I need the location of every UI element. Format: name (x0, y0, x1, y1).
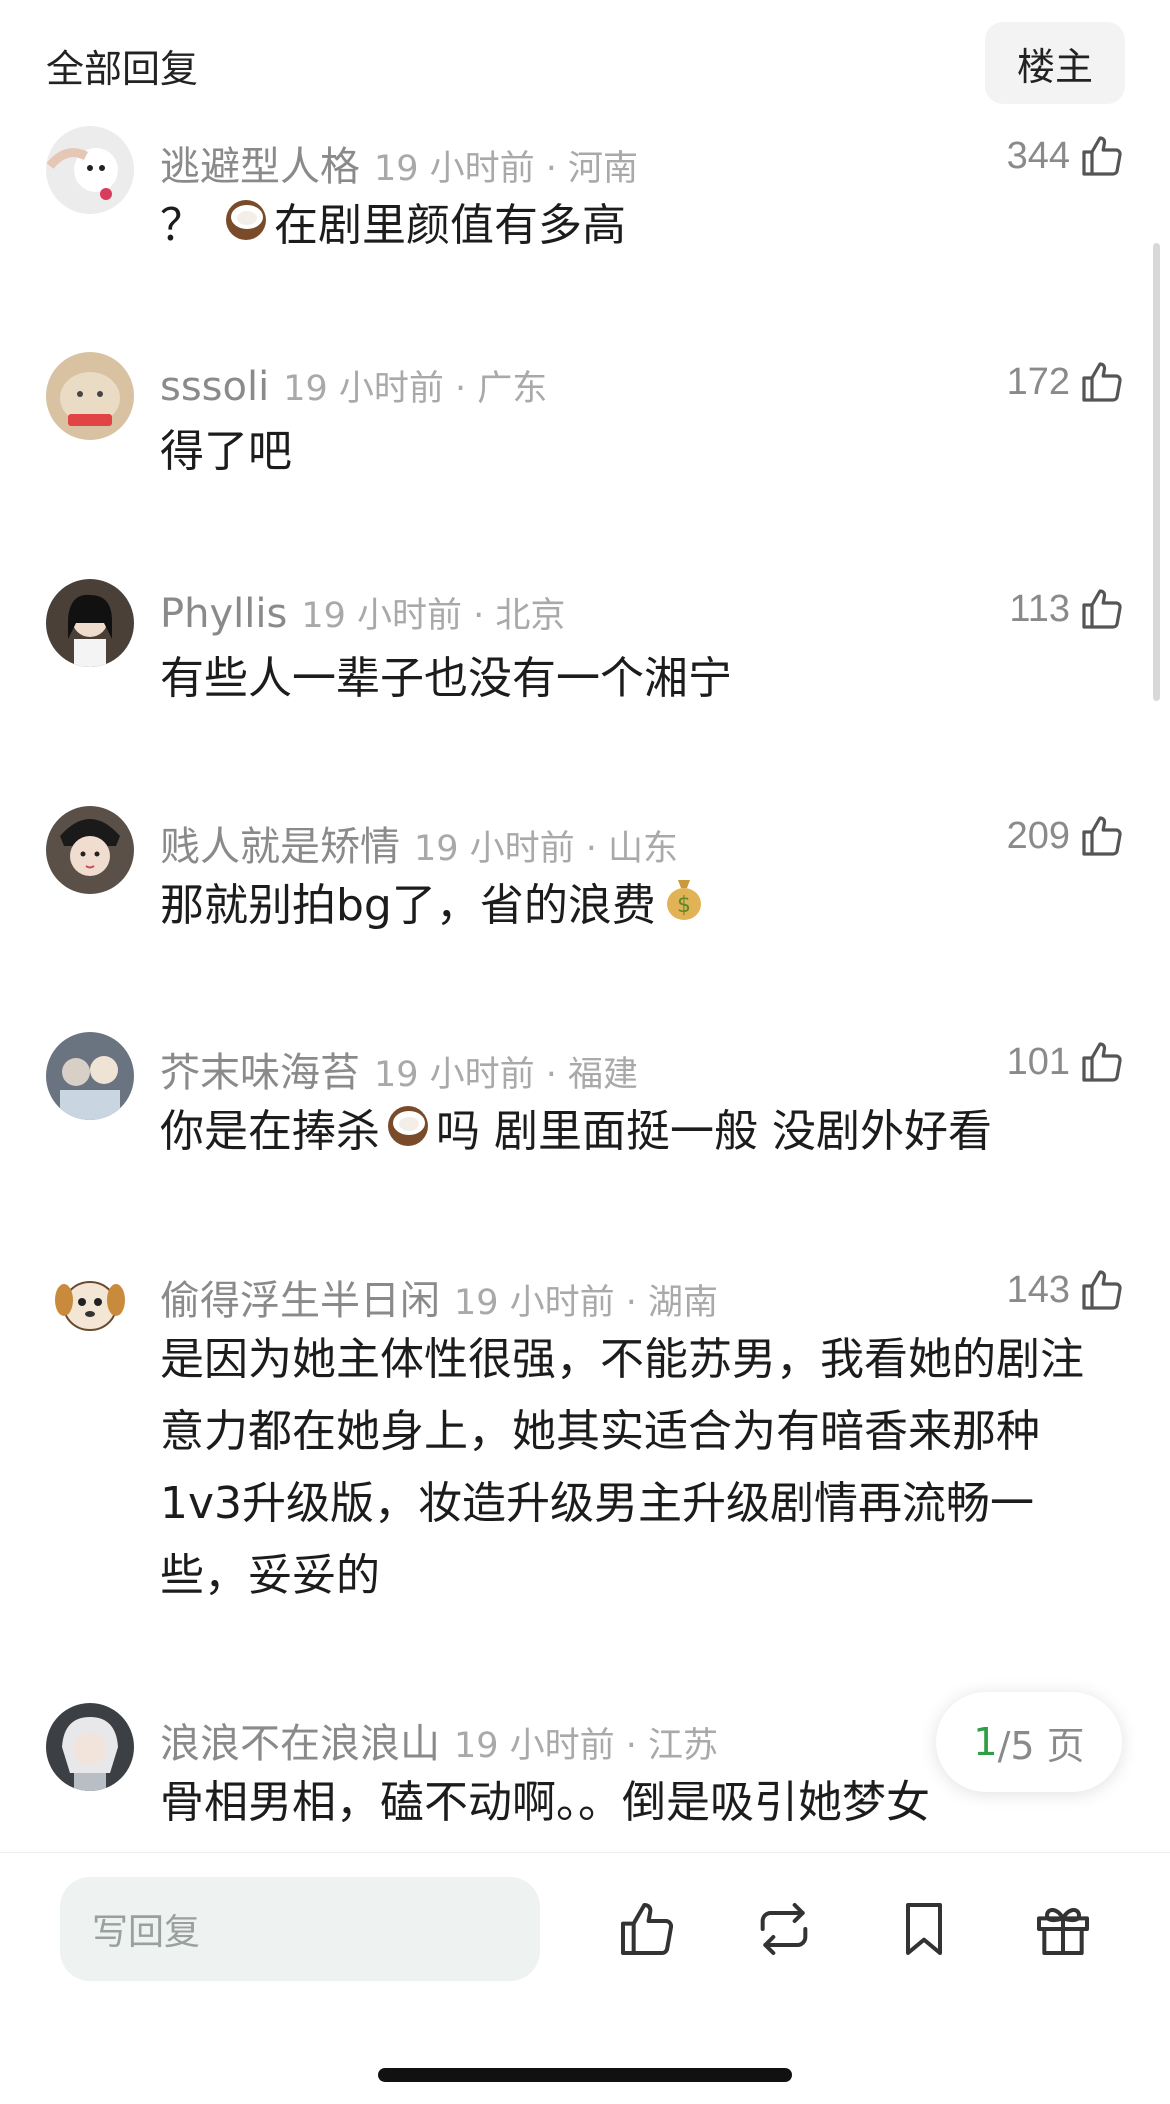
username[interactable]: 偷得浮生半日闲 (160, 1278, 440, 1324)
owner-only-button[interactable]: 楼主 (985, 22, 1125, 104)
avatar[interactable] (46, 1260, 134, 1348)
like-count: 209 (1006, 814, 1070, 857)
thumb-up-icon[interactable] (615, 1897, 679, 1961)
thumb-up-icon (1078, 358, 1126, 406)
like-button[interactable]: 344 (1007, 132, 1126, 180)
svg-text:$: $ (677, 893, 691, 918)
username[interactable]: sssoli (160, 364, 269, 410)
avatar[interactable] (46, 1032, 134, 1120)
avatar[interactable] (46, 1703, 134, 1791)
time-location: 19 小时前 · 广东 (283, 369, 548, 409)
comment-text: 有些人一辈子也没有一个湘宁 (160, 653, 732, 704)
thumb-up-icon (1078, 812, 1126, 860)
time-location: 19 小时前 · 福建 (374, 1055, 639, 1095)
username[interactable]: Phyllis (160, 591, 287, 637)
current-page: 1 (973, 1720, 998, 1764)
time-location: 19 小时前 · 山东 (414, 829, 679, 869)
time-location: 19 小时前 · 北京 (301, 596, 566, 636)
like-count: 113 (1009, 587, 1070, 630)
like-button[interactable]: 101 (1007, 1038, 1126, 1086)
page-title: 全部回复 (46, 47, 199, 91)
like-count: 101 (1006, 1040, 1070, 1083)
avatar[interactable] (46, 806, 134, 894)
scrollbar[interactable] (1153, 243, 1160, 701)
thumb-up-icon (1078, 1038, 1126, 1086)
username[interactable]: 贱人就是矫情 (160, 824, 400, 870)
username[interactable]: 芥末味海苔 (160, 1050, 360, 1096)
reply-input[interactable]: 写回复 (60, 1877, 540, 1981)
username[interactable]: 浪浪不在浪浪山 (160, 1721, 440, 1767)
comment-text: 你是在捧杀吗 剧里面挺一般 没剧外好看 (160, 1096, 1090, 1170)
comment-text: ？ 在剧里颜值有多高 (160, 190, 1090, 264)
coconut-emoji (222, 192, 270, 264)
like-button[interactable]: 172 (1007, 358, 1126, 406)
time-location: 19 小时前 · 湖南 (454, 1283, 719, 1323)
like-count: 344 (1006, 134, 1070, 177)
bookmark-icon[interactable] (892, 1897, 956, 1961)
username[interactable]: 逃避型人格 (160, 144, 360, 190)
header: 全部回复 楼主 (0, 0, 1170, 120)
comment-text: 得了吧 (160, 426, 292, 477)
time-location: 19 小时前 · 河南 (374, 149, 639, 189)
avatar[interactable] (46, 126, 134, 214)
money-bag-emoji: $ (660, 872, 708, 944)
like-button[interactable]: 113 (1009, 585, 1126, 633)
gift-icon[interactable] (1031, 1897, 1095, 1961)
time-location: 19 小时前 · 江苏 (454, 1726, 719, 1766)
repost-icon[interactable] (752, 1897, 816, 1961)
like-count: 143 (1006, 1268, 1070, 1311)
avatar[interactable] (46, 352, 134, 440)
thumb-up-icon (1078, 132, 1126, 180)
coconut-emoji (384, 1098, 432, 1170)
thumb-up-icon (1078, 1266, 1126, 1314)
like-count: 172 (1006, 360, 1070, 403)
total-pages: /5 页 (997, 1723, 1085, 1768)
like-button[interactable]: 143 (1007, 1266, 1126, 1314)
avatar[interactable] (46, 579, 134, 667)
thumb-up-icon (1078, 585, 1126, 633)
comment-text: 那就别拍bg了，省的浪费 $ (160, 870, 1090, 944)
comment-text: 是因为她主体性很强，不能苏男，我看她的剧注意力都在她身上，她其实适合为有暗香来那… (160, 1334, 1084, 1601)
home-indicator (378, 2068, 792, 2082)
bottom-action-bar: 写回复 (0, 1852, 1170, 2104)
page-indicator[interactable]: 1/5 页 (936, 1692, 1122, 1792)
like-button[interactable]: 209 (1007, 812, 1126, 860)
